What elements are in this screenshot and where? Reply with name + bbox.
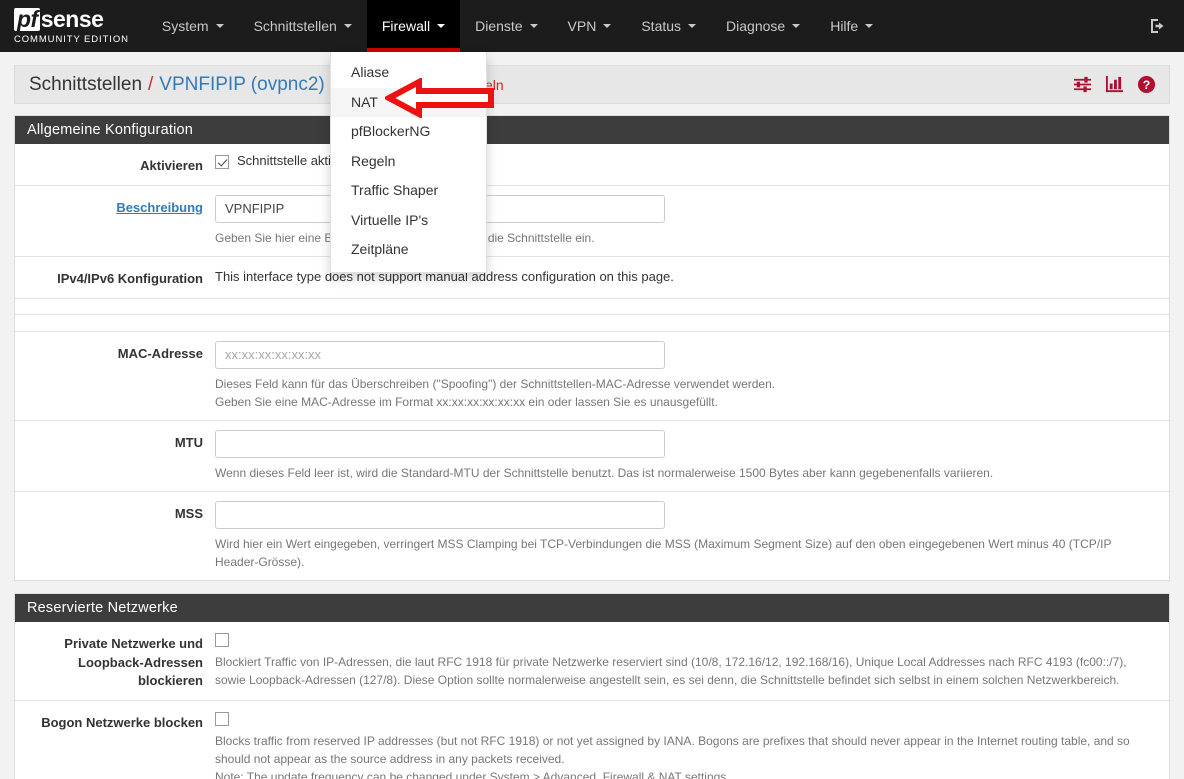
chevron-down-icon — [792, 24, 800, 28]
brand-edition-text: COMMUNITY EDITION — [14, 34, 129, 45]
mtu-help-text: Wenn dieses Feld leer ist, wird die Stan… — [215, 464, 1155, 482]
nav-menu: System Schnittstellen Firewall Dienste V… — [147, 0, 888, 52]
nav-item-firewall-label: Firewall — [382, 18, 430, 34]
help-circle-icon[interactable]: ? — [1137, 75, 1156, 94]
mac-address-help-line-1: Dieses Feld kann für das Überschreiben (… — [215, 375, 1155, 393]
sliders-icon[interactable] — [1073, 75, 1092, 94]
chevron-down-icon — [530, 24, 538, 28]
nav-item-firewall[interactable]: Firewall — [367, 0, 460, 52]
nav-item-hilfe[interactable]: Hilfe — [815, 0, 888, 52]
breadcrumb-separator: / — [148, 74, 153, 96]
mss-input[interactable] — [215, 501, 665, 529]
row-block-bogon-networks: Bogon Netzwerke blocken Blocks traffic f… — [15, 701, 1169, 779]
label-mss: MSS — [15, 501, 215, 571]
nav-item-vpn-label: VPN — [568, 18, 597, 34]
sign-out-icon — [1150, 18, 1166, 34]
block-private-networks-help-text: Blockiert Traffic von IP-Adressen, die l… — [215, 653, 1155, 689]
field-mtu: Wenn dieses Feld leer ist, wird die Stan… — [215, 430, 1169, 482]
row-mss: MSS Wird hier ein Wert eingegeben, verri… — [15, 492, 1169, 580]
menu-item-nat[interactable]: NAT — [331, 88, 486, 118]
nav-item-status-label: Status — [641, 18, 681, 34]
breadcrumb-current[interactable]: VPNFIPIP (ovpnc2) — [159, 74, 324, 96]
breadcrumb: Schnittstellen / VPNFIPIP (ovpnc2) NAT R… — [14, 65, 1170, 104]
mac-address-help-text: Dieses Feld kann für das Überschreiben (… — [215, 375, 1155, 411]
block-bogon-help-line-2: Note: The update frequency can be change… — [215, 768, 1155, 779]
nav-item-dienste[interactable]: Dienste — [460, 0, 552, 52]
svg-text:?: ? — [1143, 78, 1151, 92]
menu-item-aliase[interactable]: Aliase — [331, 58, 486, 88]
block-private-networks-checkbox[interactable] — [215, 633, 229, 647]
nav-item-system[interactable]: System — [147, 0, 239, 52]
row-spacer-1 — [15, 299, 1169, 315]
menu-item-virtuelle-ips[interactable]: Virtuelle IP's — [331, 206, 486, 236]
chevron-down-icon — [603, 24, 611, 28]
label-ip-configuration: IPv4/IPv6 Konfiguration — [15, 266, 215, 289]
chevron-down-icon — [216, 24, 224, 28]
mac-address-help-line-2: Geben Sie eine MAC-Adresse im Format xx:… — [215, 393, 1155, 411]
bar-chart-icon[interactable] — [1105, 75, 1124, 94]
chevron-down-icon — [344, 24, 352, 28]
mac-address-input[interactable] — [215, 341, 665, 369]
nav-item-dienste-label: Dienste — [475, 18, 522, 34]
menu-item-pfblockerng[interactable]: pfBlockerNG — [331, 117, 486, 147]
nav-item-diagnose[interactable]: Diagnose — [711, 0, 815, 52]
field-mac-address: Dieses Feld kann für das Überschreiben (… — [215, 341, 1169, 411]
mss-help-text: Wird hier ein Wert eingegeben, verringer… — [215, 535, 1155, 571]
block-bogon-networks-help-text: Blocks traffic from reserved IP addresse… — [215, 732, 1155, 779]
label-block-private-networks: Private Netzwerke und Loopback-Adressen … — [15, 631, 215, 692]
breadcrumb-icon-group: ? — [1073, 75, 1156, 94]
row-ip-configuration: IPv4/IPv6 Konfiguration This interface t… — [15, 257, 1169, 299]
label-enable: Aktivieren — [15, 153, 215, 176]
chevron-down-icon — [437, 24, 445, 28]
nav-item-hilfe-label: Hilfe — [830, 18, 858, 34]
brand-wordmark: pfsense — [14, 8, 129, 31]
menu-item-traffic-shaper[interactable]: Traffic Shaper — [331, 176, 486, 206]
row-spacer-2 — [15, 315, 1169, 332]
mtu-input[interactable] — [215, 430, 665, 458]
firewall-dropdown-menu: Aliase NAT pfBlockerNG Regeln Traffic Sh… — [330, 52, 487, 273]
brand-pf-text: pf — [14, 8, 40, 31]
nav-spacer — [888, 0, 1132, 52]
breadcrumb-root: Schnittstellen — [29, 74, 142, 96]
label-mac-address: MAC-Adresse — [15, 341, 215, 411]
nav-item-schnittstellen[interactable]: Schnittstellen — [239, 0, 367, 52]
nav-item-diagnose-label: Diagnose — [726, 18, 785, 34]
panel-general-title: Allgemeine Konfiguration — [15, 116, 1169, 144]
panel-reserved-networks: Reservierte Netzwerke Private Netzwerke … — [14, 593, 1170, 779]
logout-button[interactable] — [1132, 0, 1184, 52]
row-mac-address: MAC-Adresse Dieses Feld kann für das Übe… — [15, 332, 1169, 421]
row-enable: Aktivieren Schnittstelle aktivieren — [15, 144, 1169, 186]
row-mtu: MTU Wenn dieses Feld leer ist, wird die … — [15, 421, 1169, 492]
label-mtu: MTU — [15, 430, 215, 482]
field-block-bogon-networks: Blocks traffic from reserved IP addresse… — [215, 710, 1169, 779]
label-block-bogon-networks: Bogon Netzwerke blocken — [15, 710, 215, 779]
chevron-down-icon — [865, 24, 873, 28]
row-block-private-networks: Private Netzwerke und Loopback-Adressen … — [15, 622, 1169, 702]
pfsense-logo[interactable]: pfsense COMMUNITY EDITION — [0, 0, 147, 52]
block-bogon-help-line-1: Blocks traffic from reserved IP addresse… — [215, 732, 1155, 768]
panel-reserved-title: Reservierte Netzwerke — [15, 594, 1169, 622]
row-description: Beschreibung Geben Sie hier eine Bezeich… — [15, 186, 1169, 257]
field-block-private-networks: Blockiert Traffic von IP-Adressen, die l… — [215, 631, 1169, 692]
nav-item-system-label: System — [162, 18, 209, 34]
menu-item-zeitplaene[interactable]: Zeitpläne — [331, 235, 486, 265]
chevron-down-icon — [688, 24, 696, 28]
top-navbar: pfsense COMMUNITY EDITION System Schnitt… — [0, 0, 1184, 52]
label-description[interactable]: Beschreibung — [15, 195, 215, 247]
brand-sense-text: sense — [41, 8, 104, 31]
enable-interface-checkbox[interactable] — [215, 155, 229, 169]
nav-item-schnittstellen-label: Schnittstellen — [254, 18, 337, 34]
panel-general-configuration: Allgemeine Konfiguration Aktivieren Schn… — [14, 115, 1170, 581]
main-content: Allgemeine Konfiguration Aktivieren Schn… — [14, 115, 1170, 779]
menu-item-regeln[interactable]: Regeln — [331, 147, 486, 177]
nav-item-status[interactable]: Status — [626, 0, 711, 52]
nav-item-vpn[interactable]: VPN — [553, 0, 627, 52]
field-mss: Wird hier ein Wert eingegeben, verringer… — [215, 501, 1169, 571]
block-bogon-networks-checkbox[interactable] — [215, 712, 229, 726]
